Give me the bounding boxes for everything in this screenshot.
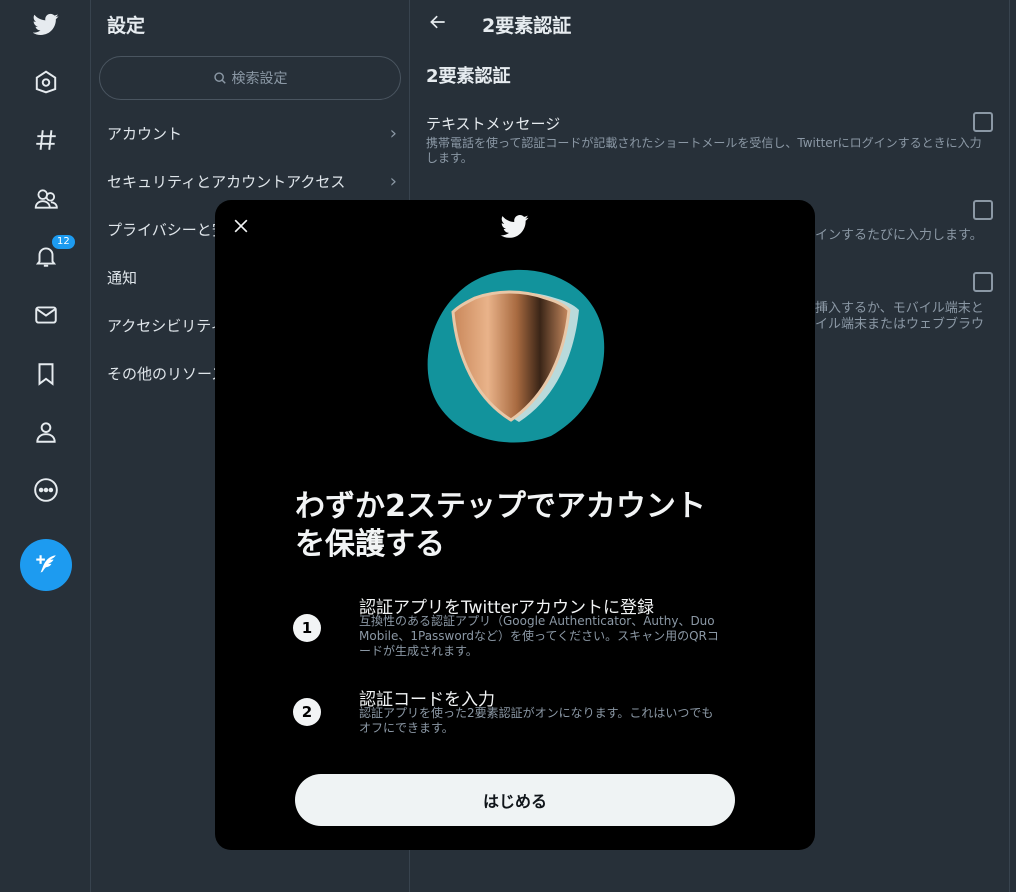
explore-hashtag-icon[interactable] xyxy=(22,116,70,164)
option-app-description: インするたびに入力します。 xyxy=(815,228,983,243)
option-key-checkbox[interactable] xyxy=(973,272,993,292)
notification-count-badge: 12 xyxy=(51,234,76,250)
search-placeholder: 検索設定 xyxy=(231,71,288,87)
chevron-right-icon: › xyxy=(389,170,397,192)
option-sms-description: 携帯電話を使って認証コードが記載されたショートメールを受信し、Twitterにロ… xyxy=(426,136,982,165)
left-navigation: 12 xyxy=(0,0,91,892)
chevron-right-icon: › xyxy=(389,122,397,144)
step-number-2: 2 xyxy=(293,698,321,726)
option-sms-checkbox[interactable] xyxy=(973,112,993,132)
option-key-description-2: イル端末またはウェブブラウ xyxy=(815,317,985,332)
step-2-description: 認証アプリを使った2要素認証がオンになります。これはいつでもオフにできます。 xyxy=(359,706,714,735)
twitter-logo-icon[interactable] xyxy=(22,0,70,48)
settings-title: 設定 xyxy=(107,15,146,37)
settings-item-label: アカウント xyxy=(107,124,183,143)
option-app-checkbox[interactable] xyxy=(973,200,993,220)
settings-item-label: その他のリソース xyxy=(107,364,227,383)
search-icon xyxy=(213,72,226,84)
settings-item-label: セキュリティとアカウントアクセス xyxy=(107,172,346,191)
compose-tweet-button[interactable] xyxy=(20,539,72,591)
shield-illustration-icon xyxy=(427,269,605,443)
bookmark-icon[interactable] xyxy=(22,350,70,398)
settings-item-label: アクセシビリティ xyxy=(107,316,226,335)
twitter-logo-icon xyxy=(500,215,529,238)
option-sms-title: テキストメッセージ xyxy=(426,115,561,133)
messages-envelope-icon[interactable] xyxy=(22,291,70,339)
page-title: 2要素認証 xyxy=(482,15,572,37)
compose-tweet-icon xyxy=(36,555,56,573)
close-icon xyxy=(234,219,248,233)
back-arrow-icon xyxy=(430,15,445,29)
step-number-1: 1 xyxy=(293,614,321,642)
back-button[interactable] xyxy=(426,10,450,34)
section-title: 2要素認証 xyxy=(426,66,511,87)
settings-search-input[interactable]: 検索設定 xyxy=(99,56,401,100)
notifications-bell-icon[interactable]: 12 xyxy=(22,232,76,280)
settings-item-account[interactable]: アカウント › xyxy=(107,121,397,145)
settings-item-label: 通知 xyxy=(107,268,138,287)
home-icon[interactable] xyxy=(22,58,70,106)
more-icon[interactable] xyxy=(22,466,70,514)
settings-item-label: プライバシーと安 xyxy=(107,220,227,239)
step-1-description: 互換性のある認証アプリ（Google Authenticator、Authy、D… xyxy=(359,614,719,658)
settings-item-security[interactable]: セキュリティとアカウントアクセス › xyxy=(107,169,397,193)
profile-icon[interactable] xyxy=(22,408,70,456)
communities-icon[interactable] xyxy=(22,175,70,223)
two-factor-modal: わずか2ステップでアカウントを保護する 1 認証アプリをTwitterアカウント… xyxy=(215,200,815,850)
start-button[interactable]: はじめる xyxy=(295,774,735,826)
close-button[interactable] xyxy=(229,214,253,238)
modal-heading: わずか2ステップでアカウントを保護する xyxy=(295,489,706,562)
